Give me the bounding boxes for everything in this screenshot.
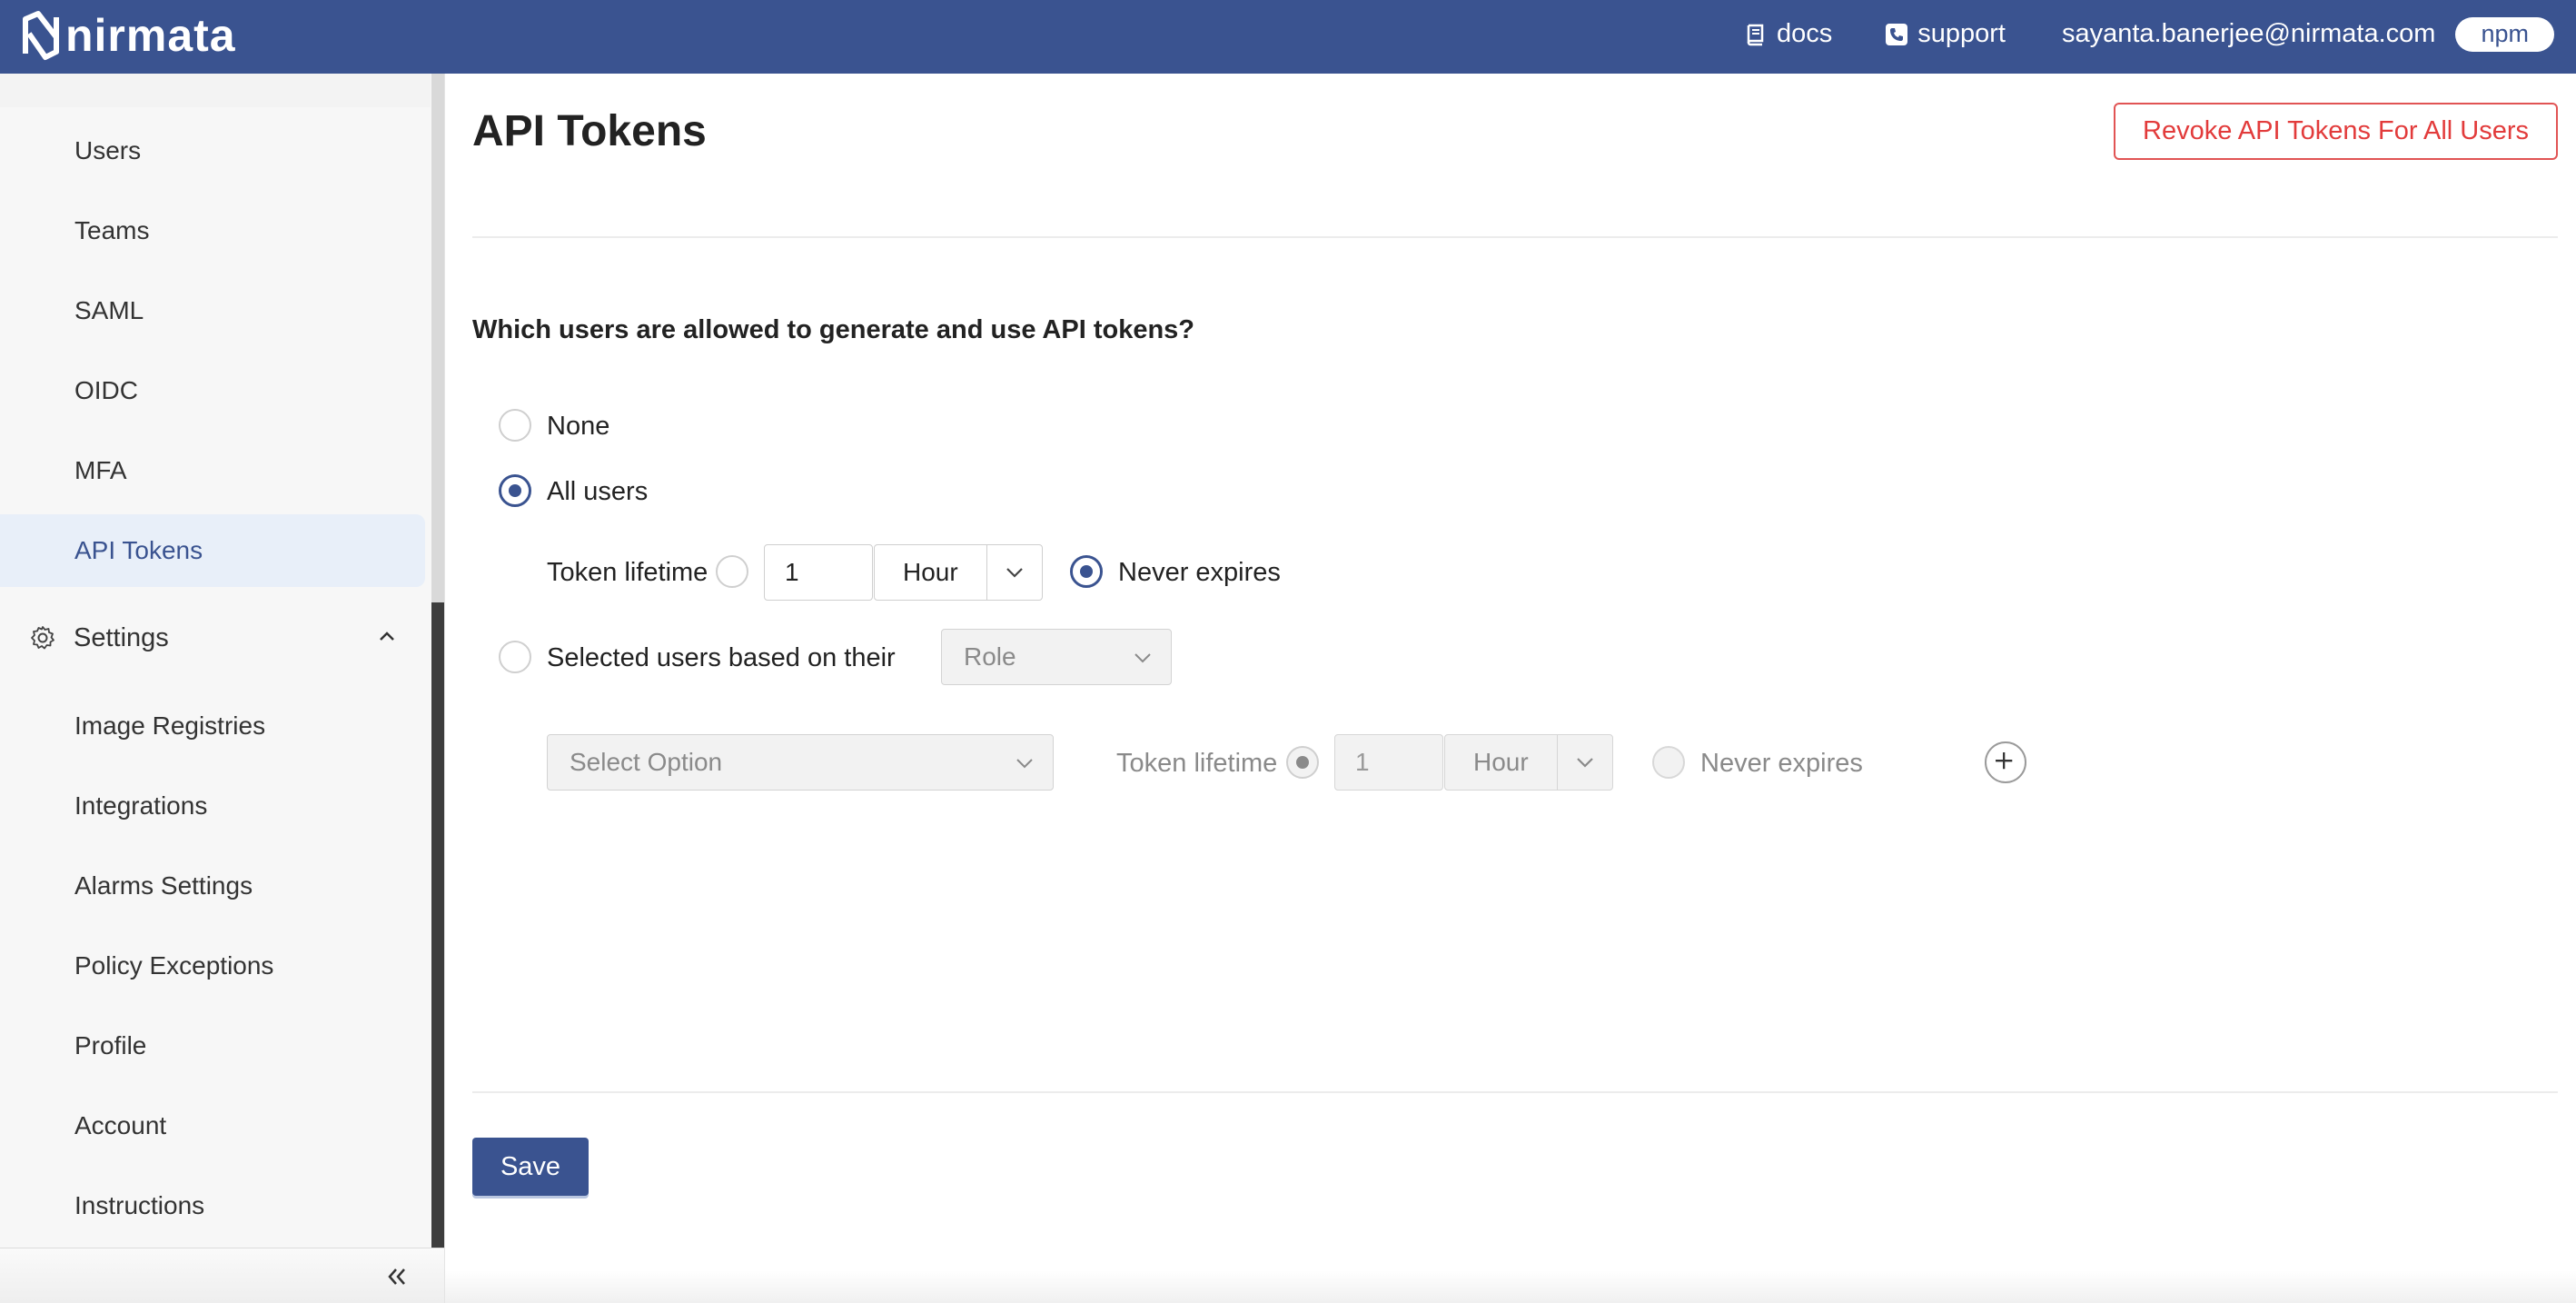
token-lifetime-unit-select[interactable]: Hour (874, 544, 1043, 601)
support-link[interactable]: support (1885, 19, 2006, 49)
top-navbar: nirmata docs support sayanta.banerjee@ni… (0, 0, 2576, 74)
nirmata-logo-icon (23, 11, 59, 60)
save-button[interactable]: Save (472, 1138, 589, 1196)
sidebar-item-label: Teams (74, 216, 150, 244)
radio-selected-never-expires[interactable] (1652, 746, 1685, 779)
sidebar-item-label: MFA (74, 456, 127, 484)
sidebar-group-label: Settings (74, 622, 169, 652)
chevron-down-icon (1134, 653, 1151, 663)
role-select[interactable]: Role (941, 629, 1172, 685)
sidebar-item-label: SAML (74, 296, 144, 324)
gear-icon (31, 626, 54, 650)
sidebar-item-oidc[interactable]: OIDC (0, 354, 425, 427)
bottom-shadow (445, 1270, 2576, 1303)
select-option-dropdown[interactable]: Select Option (547, 734, 1054, 791)
unit-value: Hour (902, 558, 958, 586)
sidebar-item-users[interactable]: Users (0, 114, 425, 187)
sidebar-item-label: Integrations (74, 791, 208, 820)
main-content: API Tokens Revoke API Tokens For All Use… (472, 74, 2558, 1303)
radio-lifetime-custom[interactable] (716, 555, 748, 588)
sidebar-item-profile[interactable]: Profile (0, 1010, 425, 1082)
radio-selected-lifetime-custom[interactable] (1286, 746, 1319, 779)
token-lifetime-value: 1 (785, 558, 799, 586)
radio-selected-users[interactable] (499, 641, 531, 673)
divider (472, 1091, 2558, 1093)
phone-icon (1886, 23, 1908, 45)
selected-lifetime-input[interactable]: 1 (1334, 734, 1443, 791)
never-expires-label[interactable]: Never expires (1118, 558, 1281, 588)
token-lifetime-label: Token lifetime (547, 558, 708, 587)
sidebar-item-instructions[interactable]: Instructions (0, 1169, 425, 1242)
sidebar-item-label: API Tokens (74, 536, 203, 564)
sidebar-item-policy-exceptions[interactable]: Policy Exceptions (0, 930, 425, 1002)
docs-link[interactable]: docs (1744, 19, 1832, 49)
sidebar-item-alarms-settings[interactable]: Alarms Settings (0, 850, 425, 922)
sidebar-item-label: Image Registries (74, 711, 266, 740)
docs-label: docs (1776, 19, 1833, 48)
chevron-up-icon[interactable] (376, 626, 398, 648)
sidebar-item-label: Users (74, 136, 142, 164)
sidebar-footer (0, 1248, 444, 1303)
sidebar-item-account[interactable]: Account (0, 1089, 425, 1162)
unit-dropdown-toggle[interactable] (1556, 735, 1612, 790)
sidebar-item-teams[interactable]: Teams (0, 194, 425, 267)
sidebar-item-label: Instructions (74, 1191, 205, 1219)
sidebar-item-label: Alarms Settings (74, 871, 253, 900)
radio-none-label[interactable]: None (547, 412, 609, 442)
sidebar-item-image-registries[interactable]: Image Registries (0, 690, 425, 762)
double-chevron-left-icon[interactable] (381, 1261, 412, 1292)
unit-value: Hour (1472, 748, 1529, 776)
sidebar-item-api-tokens[interactable]: API Tokens (0, 514, 425, 587)
sidebar-item-label: OIDC (74, 376, 138, 404)
sidebar-cut-item (0, 74, 431, 107)
token-lifetime-input[interactable]: 1 (764, 544, 873, 601)
sidebar-group-settings[interactable]: Settings (0, 597, 425, 679)
sidebar-scrollbar-thumb[interactable] (431, 602, 444, 1248)
sidebar-item-integrations[interactable]: Integrations (0, 770, 425, 842)
question-heading: Which users are allowed to generate and … (472, 315, 1195, 344)
radio-all-users[interactable] (499, 474, 531, 507)
sidebar-item-label: Policy Exceptions (74, 951, 274, 980)
plus-icon (1996, 752, 2013, 770)
sidebar-item-mfa[interactable]: MFA (0, 434, 425, 507)
selected-never-expires-label[interactable]: Never expires (1700, 749, 1863, 779)
sidebar-item-saml[interactable]: SAML (0, 274, 425, 347)
user-email[interactable]: sayanta.banerjee@nirmata.com (2062, 19, 2435, 49)
book-icon (1747, 24, 1764, 45)
role-select-value: Role (964, 642, 1016, 671)
chevron-down-icon (1577, 758, 1593, 768)
chevron-down-icon (1006, 568, 1023, 578)
selected-lifetime-unit-select[interactable]: Hour (1444, 734, 1613, 791)
selected-lifetime-value: 1 (1355, 748, 1370, 776)
revoke-all-tokens-button[interactable]: Revoke API Tokens For All Users (2114, 103, 2558, 160)
support-label: support (1917, 19, 2006, 48)
org-badge[interactable]: npm (2455, 16, 2554, 52)
unit-dropdown-toggle[interactable] (986, 545, 1042, 600)
add-row-button[interactable] (1985, 741, 2026, 783)
brand-name: nirmata (65, 10, 236, 61)
nirmata-logo[interactable]: nirmata (20, 7, 236, 64)
divider (472, 236, 2558, 238)
select-option-placeholder: Select Option (570, 748, 723, 776)
sidebar: Users Teams SAML OIDC MFA API Tokens Set… (0, 74, 445, 1303)
sidebar-item-label: Account (74, 1111, 167, 1139)
chevron-down-icon (1016, 759, 1033, 769)
page-title: API Tokens (472, 107, 707, 155)
radio-never-expires[interactable] (1070, 555, 1103, 588)
selected-token-lifetime-label: Token lifetime (1116, 749, 1278, 778)
radio-all-users-label[interactable]: All users (547, 477, 648, 507)
sidebar-item-label: Profile (74, 1031, 147, 1059)
radio-selected-users-label[interactable]: Selected users based on their (547, 643, 896, 673)
radio-none[interactable] (499, 409, 531, 442)
